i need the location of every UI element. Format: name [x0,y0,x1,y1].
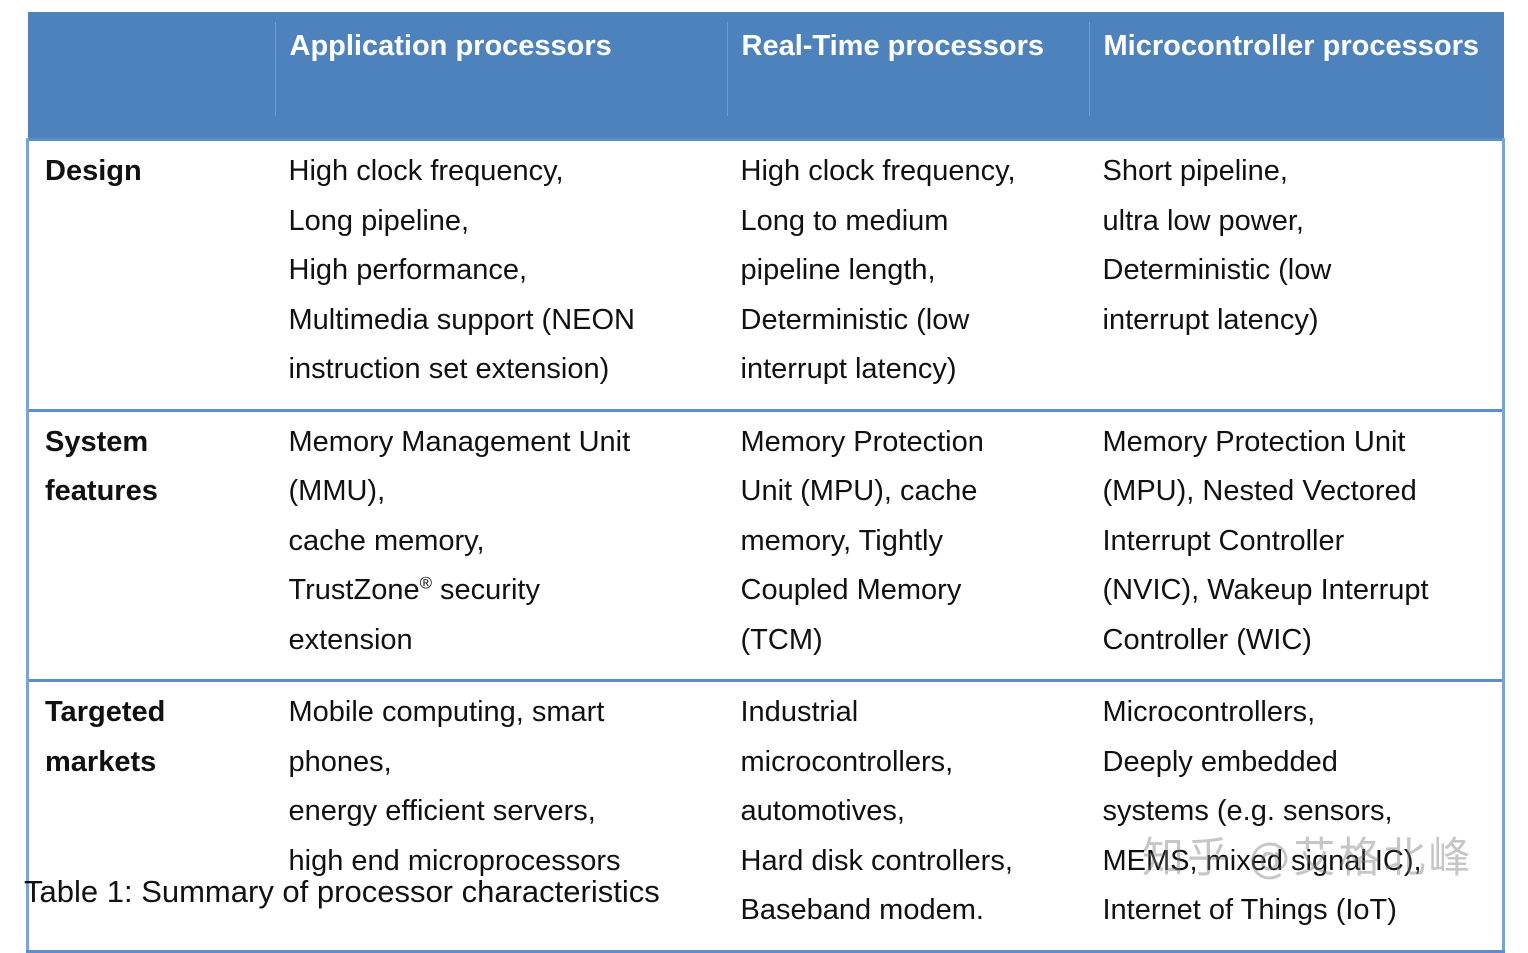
row-label-line: Targeted [45,696,166,728]
cell-system-features-application: Memory Management Unit (MMU), cache memo… [274,408,727,681]
row-label-design: Design [26,138,275,410]
table-header-cell-microcontroller: Microcontroller processors [1088,12,1504,140]
cell-line: Interrupt Controller [1102,524,1345,557]
cell-line: Memory Protection Unit [1102,425,1406,458]
table-header-row: Application processors Real-Time process… [27,12,1504,140]
cell-line: Internet of Things (IoT) [1102,894,1397,926]
cell-line: Controller (WIC) [1102,623,1312,656]
cell-line: Memory Protection [740,425,984,458]
cell-line: memory, Tightly [740,524,944,557]
cell-line: (MPU), Nested Vectored [1102,475,1417,507]
table-caption: Table 1: Summary of processor characteri… [24,874,660,909]
registered-trademark-icon: ® [419,573,432,593]
cell-system-features-realtime: Memory Protection Unit (MPU), cache memo… [726,408,1089,681]
cell-line: MEMS, mixed signal IC), [1102,844,1422,877]
cell-line: Baseband modem. [740,894,984,926]
trustzone-suffix: security [431,574,540,606]
processor-characteristics-table-wrapper: Application processors Real-Time process… [26,12,1505,953]
cell-system-features-microcontroller: Memory Protection Unit (MPU), Nested Vec… [1088,408,1505,681]
table-header-corner-label [27,22,275,116]
row-label-system-features: System features [26,408,275,681]
cell-targeted-markets-microcontroller: Microcontrollers, Deeply embedded system… [1088,679,1505,953]
document-page: Application processors Real-Time process… [0,0,1528,953]
cell-design-microcontroller: Short pipeline, ultra low power, Determi… [1088,138,1505,410]
table-header-label-microcontroller: Microcontroller processors [1088,22,1504,116]
cell-line: Coupled Memory [740,574,962,606]
cell-targeted-markets-realtime: Industrial microcontrollers, automotives… [726,679,1089,953]
cell-line: Mobile computing, smart [288,696,605,728]
row-label-line: System [45,425,149,458]
cell-line: High clock frequency, [288,155,564,187]
cell-line: Long to medium [740,204,949,237]
cell-line: pipeline length, [740,254,936,286]
table-row: Design High clock frequency, Long pipeli… [26,138,1505,410]
cell-line: microcontrollers, [740,745,954,778]
cell-line: Long pipeline, [288,204,470,237]
cell-line: interrupt latency) [1102,303,1319,336]
table-header-cell-realtime: Real-Time processors [726,12,1089,140]
cell-line: Short pipeline, [1102,155,1288,187]
row-label-line: features [45,475,158,507]
table-body: Design High clock frequency, Long pipeli… [26,138,1505,953]
row-label-line: markets [45,745,157,778]
table-header-cell-corner [27,12,275,140]
table-row: System features Memory Management Unit (… [26,408,1505,681]
cell-line: Memory Management Unit [288,425,631,458]
cell-design-application: High clock frequency, Long pipeline, Hig… [274,138,727,410]
cell-line: interrupt latency) [740,353,957,385]
cell-line: High performance, [288,254,528,286]
cell-line: (TCM) [740,623,823,656]
cell-line: ultra low power, [1102,204,1305,237]
cell-line: instruction set extension) [288,353,610,385]
cell-line: Deterministic (low [1102,254,1332,286]
cell-line: (NVIC), Wakeup Interrupt [1102,574,1429,606]
processor-characteristics-table: Application processors Real-Time process… [26,12,1505,953]
cell-line-trustzone: TrustZone® security [289,566,711,616]
cell-line: cache memory, [288,524,485,557]
cell-line: Deeply embedded [1102,745,1338,778]
cell-line: Deterministic (low [740,303,970,336]
table-header-label-realtime: Real-Time processors [726,22,1089,116]
cell-line: (MMU), [288,475,386,507]
cell-line: Microcontrollers, [1102,696,1316,728]
cell-line: Multimedia support (NEON [288,303,636,336]
cell-line: energy efficient servers, [288,795,596,827]
cell-line: Industrial [740,696,859,728]
cell-line: systems (e.g. sensors, [1102,795,1393,827]
cell-line: Hard disk controllers, [740,844,1013,877]
table-header-label-application: Application processors [274,22,727,116]
trustzone-text: TrustZone [288,574,420,606]
cell-line: Unit (MPU), cache [740,475,978,507]
row-label-line: Design [45,155,142,187]
table-header: Application processors Real-Time process… [27,12,1504,140]
cell-design-realtime: High clock frequency, Long to medium pip… [726,138,1089,410]
cell-line: phones, [288,745,392,778]
cell-line: High clock frequency, [740,155,1016,187]
table-header-cell-application: Application processors [274,12,727,140]
cell-line: automotives, [740,795,905,827]
cell-line: extension [288,623,413,656]
